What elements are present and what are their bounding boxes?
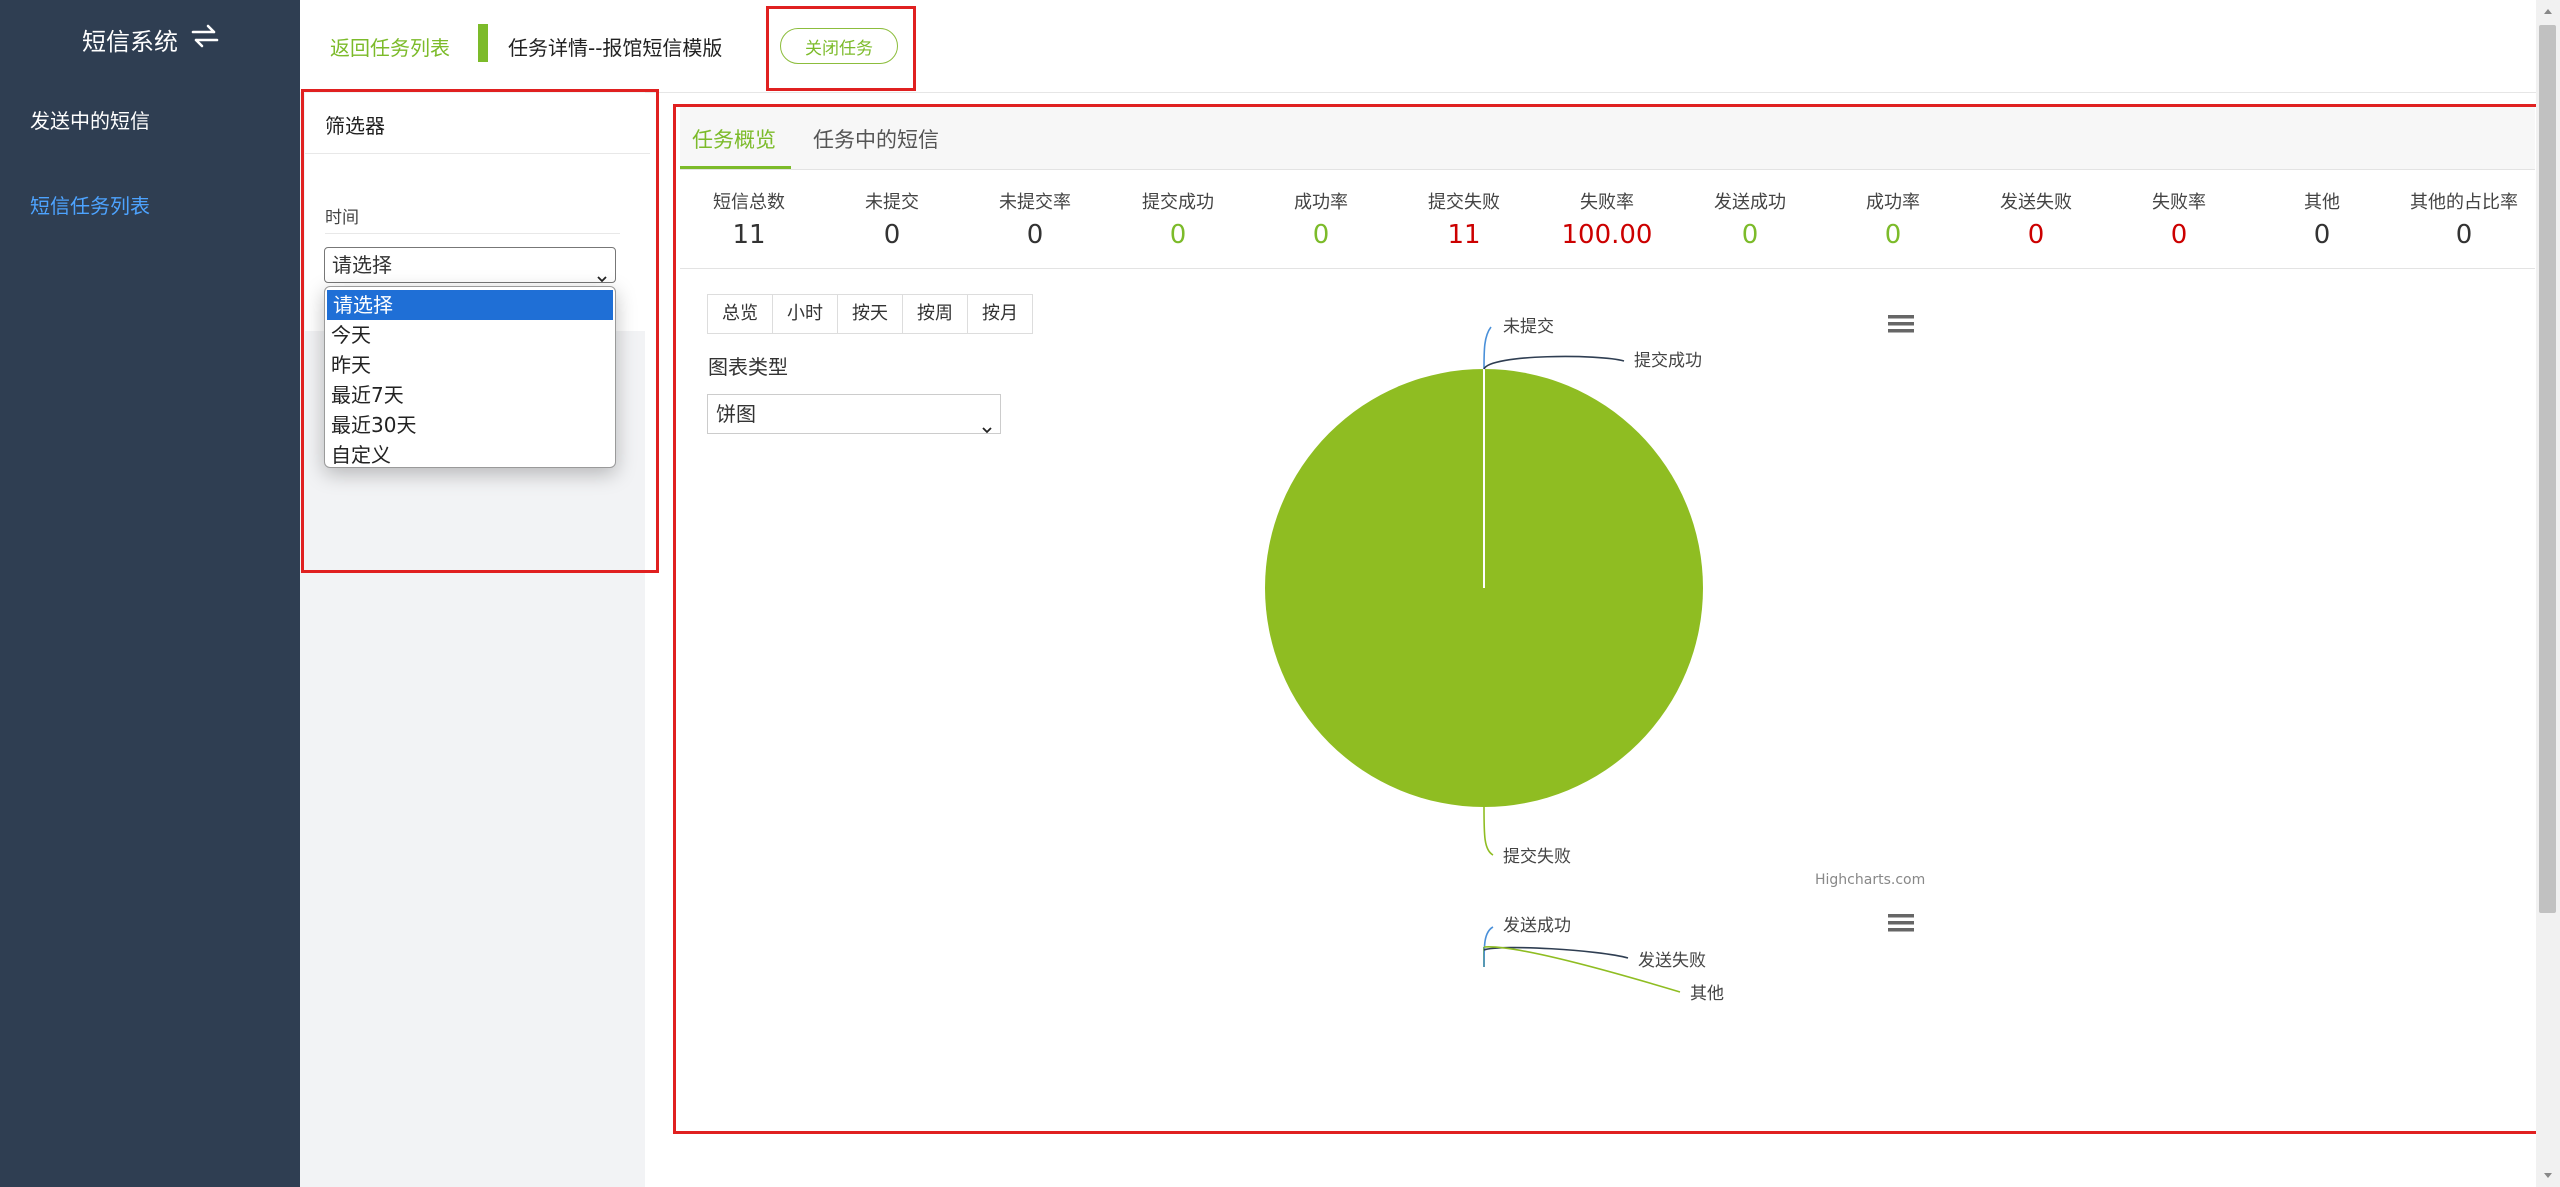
data-label: 发送成功 [1503, 916, 1571, 936]
data-label-connector [1483, 326, 1492, 370]
data-label: 提交失败 [1503, 847, 1571, 867]
scrollbar-thumb[interactable] [2539, 25, 2556, 913]
scroll-up-icon[interactable] [2540, 4, 2556, 20]
scroll-down-icon[interactable] [2540, 1167, 2556, 1183]
data-label: 发送失败 [1638, 951, 1706, 971]
data-label: 其他 [1690, 984, 1724, 1004]
data-label: 未提交 [1503, 317, 1554, 337]
highcharts-credit[interactable]: Highcharts.com [1815, 872, 1925, 888]
data-label-connector [1483, 806, 1494, 856]
pie-charts: 未提交提交成功提交失败发送成功发送失败其他 [1265, 317, 1724, 1004]
data-label-connector [1483, 355, 1625, 370]
data-label-connector [1483, 946, 1629, 959]
chart-menu-icon[interactable] [1888, 913, 1914, 933]
chart-menu-icon[interactable] [1888, 314, 1914, 334]
data-label: 提交成功 [1634, 351, 1702, 371]
